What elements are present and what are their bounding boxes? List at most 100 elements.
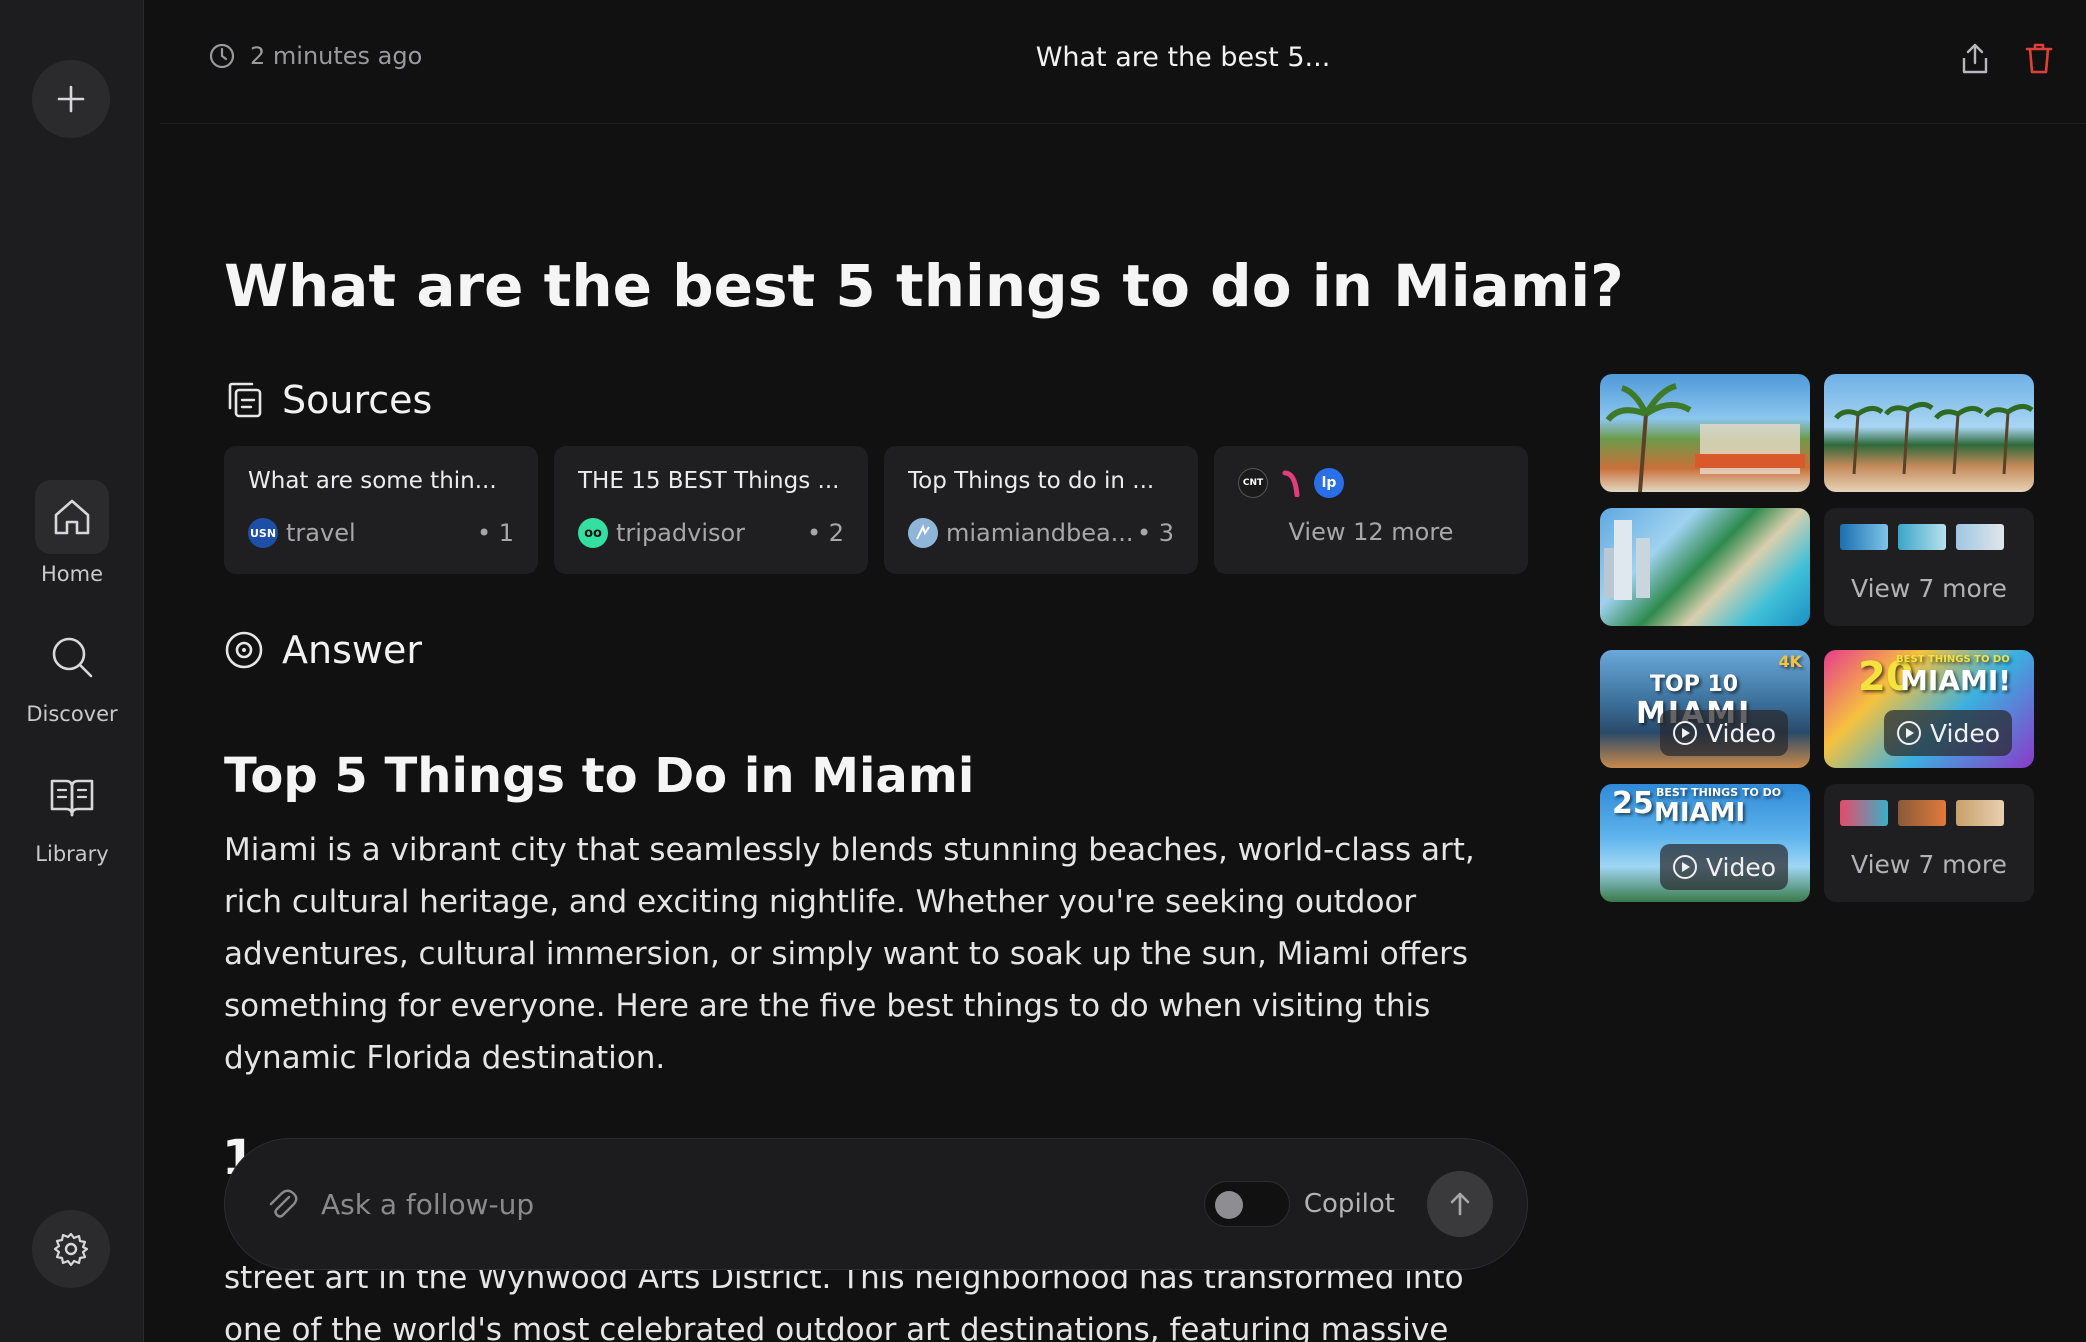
share-icon <box>1962 43 1988 74</box>
question-title: What are the best 5 things to do in Miam… <box>224 252 1624 320</box>
source-title: Top Things to do in ... <box>908 468 1155 494</box>
sources-heading-text: Sources <box>282 378 433 422</box>
sources-heading: Sources <box>224 378 432 422</box>
sidebar: Home Discover Library <box>0 0 144 1342</box>
followup-input[interactable] <box>321 1187 1204 1221</box>
settings-button[interactable] <box>32 1210 110 1288</box>
source-index: • 2 <box>806 519 844 547</box>
send-button[interactable] <box>1427 1171 1493 1237</box>
video-overlay-title: TOP 10 <box>1650 672 1739 697</box>
view-more-images-label: View 7 more <box>1851 574 2007 603</box>
mini-thumbnail <box>1956 800 2004 826</box>
plus-icon <box>57 85 85 113</box>
video-badge-label: Video <box>1705 852 1777 882</box>
timestamp-text: 2 minutes ago <box>250 42 423 70</box>
answer-heading: Answer <box>224 628 422 672</box>
thread-title[interactable]: What are the best 5... <box>1036 42 1331 73</box>
source-site: miamiandbea... <box>946 519 1134 547</box>
paperclip-icon[interactable] <box>265 1187 299 1221</box>
clock-icon <box>209 43 235 69</box>
image-thumbnail[interactable] <box>1600 508 1810 626</box>
view-more-images-button[interactable]: View 7 more <box>1824 508 2034 626</box>
mini-thumbnail <box>1840 524 1888 550</box>
trash-icon <box>2025 43 2053 74</box>
image-thumbnail[interactable] <box>1824 374 2034 492</box>
video-overlay-sub: MIAMI! <box>1900 664 2012 697</box>
mini-thumbnail <box>1840 800 1888 826</box>
header-actions <box>1958 40 2056 76</box>
view-more-sources-label: View 12 more <box>1288 518 1454 546</box>
answer-icon <box>225 631 263 669</box>
answer-heading-text: Answer <box>282 628 422 672</box>
video-overlay-title: 25 <box>1612 786 1654 821</box>
sources-icon <box>228 382 262 418</box>
followup-bar: Copilot <box>224 1138 1528 1270</box>
flamingo-favicon-icon <box>1276 468 1306 498</box>
mini-thumbnail <box>1898 524 1946 550</box>
mini-thumbnails <box>1840 524 2004 550</box>
nav-home-label: Home <box>40 562 103 586</box>
source-title: THE 15 BEST Things ... <box>578 468 840 494</box>
image-thumbnail[interactable] <box>1600 374 1810 492</box>
sources-list: What are some thin... USN travel • 1 THE… <box>224 446 1528 574</box>
gear-icon <box>53 1232 89 1267</box>
home-icon <box>54 499 90 535</box>
view-more-videos-button[interactable]: View 7 more <box>1824 784 2034 902</box>
video-overlay-corner: BEST THINGS TO DO <box>1896 654 2010 665</box>
source-card[interactable]: Top Things to do in ... miamiandbea... •… <box>884 446 1198 574</box>
video-overlay-corner: 4K <box>1778 652 1802 671</box>
nav-discover-label: Discover <box>26 702 118 726</box>
tripadvisor-favicon-icon: oo <box>578 518 608 548</box>
delete-button[interactable] <box>2022 40 2056 76</box>
source-meta: oo tripadvisor • 2 <box>578 518 844 548</box>
video-badge: Video <box>1660 710 1788 756</box>
view-more-sources-button[interactable]: CNT lp View 12 more <box>1214 446 1528 574</box>
palm-row-icon <box>1834 402 2034 475</box>
copilot-toggle[interactable] <box>1203 1181 1290 1227</box>
answer-paragraph: Miami is a vibrant city that seamlessly … <box>224 832 1475 1076</box>
share-button[interactable] <box>1958 40 1992 76</box>
cnt-favicon-icon: CNT <box>1238 468 1268 498</box>
nav-home-icon-wrap <box>35 480 109 554</box>
play-icon <box>1896 721 1921 745</box>
nav-library-label: Library <box>35 842 109 866</box>
thread-header: 2 minutes ago What are the best 5... <box>160 0 2086 124</box>
palm-tree-icon <box>1605 383 1805 492</box>
play-icon <box>1672 855 1697 879</box>
arrow-up-icon <box>1450 1192 1470 1216</box>
nav-discover-icon-wrap <box>35 620 109 694</box>
video-overlay-corner: BEST THINGS TO DO <box>1656 786 1782 799</box>
skyline-icon <box>1604 520 1650 600</box>
video-badge: Video <box>1660 844 1788 890</box>
video-thumbnail[interactable]: TOP 10 MIAMI 4K Video <box>1600 650 1810 768</box>
answer-title: Top 5 Things to Do in Miami <box>224 748 975 804</box>
nav-home[interactable]: Home <box>0 480 144 586</box>
source-meta: miamiandbea... • 3 <box>908 518 1174 548</box>
thread-title-wrap: What are the best 5... <box>160 42 2086 73</box>
copilot-label: Copilot <box>1303 1189 1395 1219</box>
mini-thumbnails <box>1840 800 2004 826</box>
source-card[interactable]: What are some thin... USN travel • 1 <box>224 446 538 574</box>
source-site: travel <box>286 519 356 547</box>
search-icon <box>52 637 93 678</box>
source-meta: USN travel • 1 <box>248 518 514 548</box>
video-thumbnail[interactable]: 25 MIAMI BEST THINGS TO DO Video <box>1600 784 1810 902</box>
new-thread-button[interactable] <box>32 60 110 138</box>
video-badge-label: Video <box>1705 718 1777 748</box>
more-favicons: CNT lp <box>1238 468 1504 498</box>
usnews-favicon-icon: USN <box>248 518 278 548</box>
mini-thumbnail <box>1956 524 2004 550</box>
miamiandbeaches-favicon-icon <box>908 518 938 548</box>
nav-discover[interactable]: Discover <box>0 620 144 726</box>
video-overlay-sub: MIAMI <box>1654 798 1746 828</box>
nav-library-icon-wrap <box>35 760 109 834</box>
source-site: tripadvisor <box>616 519 746 547</box>
mini-thumbnail <box>1898 800 1946 826</box>
source-index: • 3 <box>1136 519 1174 547</box>
book-icon <box>50 779 94 817</box>
toggle-knob <box>1214 1191 1243 1219</box>
video-thumbnail[interactable]: 20 MIAMI! BEST THINGS TO DO Video <box>1824 650 2034 768</box>
source-card[interactable]: THE 15 BEST Things ... oo tripadvisor • … <box>554 446 868 574</box>
nav-library[interactable]: Library <box>0 760 144 866</box>
lonelyplanet-favicon-icon: lp <box>1314 468 1344 498</box>
